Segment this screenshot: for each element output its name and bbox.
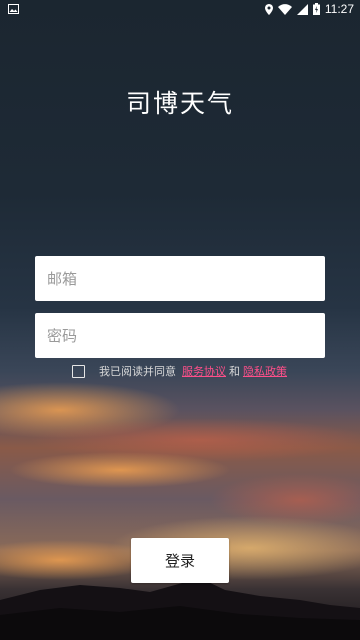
email-input[interactable] [35,256,325,301]
login-screen: 11:27 司博天气 我已阅读并同意 服务协议 和 隐私政策 登录 [0,0,360,640]
battery-icon [312,3,320,15]
status-left [8,4,19,14]
signal-icon [296,3,308,15]
wifi-icon [277,3,292,15]
app-title: 司博天气 [125,89,234,118]
location-icon [264,3,273,15]
status-time: 11:27 [324,2,354,16]
image-notification-icon [8,4,19,14]
terms-of-service-link[interactable]: 服务协议 [182,363,226,379]
agreement-prefix: 我已阅读并同意 [99,365,176,378]
login-button[interactable]: 登录 [131,538,229,583]
password-input[interactable] [35,313,325,358]
agreement-conjunction: 和 [229,365,240,378]
privacy-policy-link[interactable]: 隐私政策 [243,363,287,379]
agreement-checkbox[interactable] [72,364,85,378]
status-bar: 11:27 [0,0,360,18]
status-right: 11:27 [260,2,354,16]
agreement-row: 我已阅读并同意 服务协议 和 隐私政策 [72,362,287,380]
